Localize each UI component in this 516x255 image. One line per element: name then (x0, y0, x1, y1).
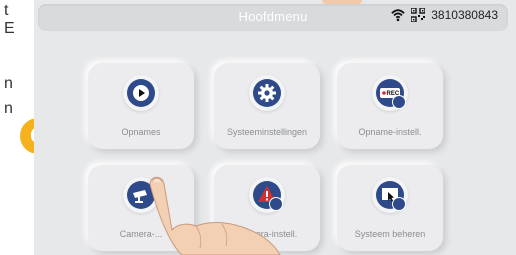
wifi-icon (391, 9, 405, 22)
tile-label: Systeem beheren (354, 229, 426, 239)
settings-badge-icon (392, 95, 406, 109)
tile-label: Opname-instell. (358, 127, 422, 137)
tile-opnames[interactable]: Opnames (88, 63, 194, 149)
tile-label: Camera-instell. (236, 229, 298, 239)
camera-icon (127, 181, 155, 209)
device-id: 3810380843 (431, 8, 498, 22)
alert-settings-icon (253, 181, 283, 211)
settings-badge-icon (392, 197, 406, 211)
tile-camera[interactable]: Camera-... (88, 165, 194, 251)
tile-systeeminstellingen[interactable]: Systeeminstellingen (214, 63, 320, 149)
device-screen: Hoofdmenu 3810380843 Opnames Systeeminst… (34, 0, 516, 255)
play-icon (127, 79, 155, 107)
tile-label: Camera-... (119, 229, 163, 239)
qr-code-icon (411, 8, 426, 22)
tile-opname-instell[interactable]: REC Opname-instell. (337, 63, 443, 149)
tile-camera-instell[interactable]: Camera-instell. (214, 165, 320, 251)
background-text: n (4, 75, 13, 92)
tile-systeem-beheren[interactable]: Systeem beheren (337, 165, 443, 251)
tile-label: Systeeminstellingen (226, 127, 308, 137)
background-text: E (4, 20, 15, 37)
finger-tip-top (322, 0, 362, 4)
tile-label: Opnames (121, 127, 161, 137)
settings-badge-icon (269, 197, 283, 211)
background-text: t (4, 2, 9, 19)
header-bar: Hoofdmenu 3810380843 (38, 4, 508, 31)
rec-settings-icon: REC (376, 79, 406, 109)
background-text: n (4, 100, 13, 117)
gear-icon (253, 79, 281, 107)
system-manage-icon (376, 181, 406, 211)
status-area: 3810380843 (391, 8, 498, 22)
